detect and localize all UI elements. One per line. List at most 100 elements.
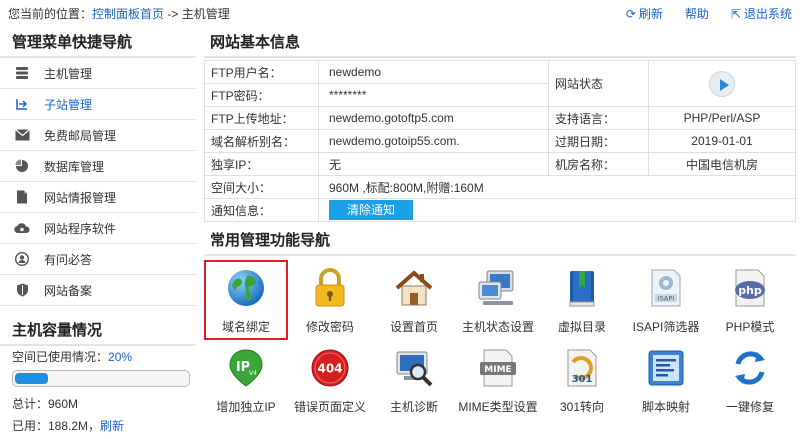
logout-link[interactable]: ⇱ 退出系统 <box>731 5 792 22</box>
ftp-addr-label: FTP上传地址： <box>204 106 319 130</box>
script-map-icon <box>644 346 688 390</box>
lang-value: PHP/Perl/ASP <box>648 106 796 130</box>
repair-icon <box>728 346 772 390</box>
globe-icon <box>224 266 268 310</box>
tool-change-password[interactable]: 修改密码 <box>288 260 372 340</box>
computer-icon <box>476 266 520 310</box>
error-404-icon-text: 404 <box>317 362 342 376</box>
sidebar-item-label: 网站程序软件 <box>44 221 117 236</box>
error-404-icon: 404 <box>308 346 352 390</box>
tools-grid: 域名绑定 修改密码 设置首页 主机状态设置 虚拟目录 ISAPI ISAPI筛选… <box>204 260 796 420</box>
help-label: 帮助 <box>684 7 709 21</box>
tool-label: 301转向 <box>559 400 605 414</box>
shield-icon <box>14 282 30 298</box>
logout-label: 退出系统 <box>743 7 792 21</box>
sidebar-item-label: 网站备案 <box>44 283 93 298</box>
tool-script-map[interactable]: 脚本映射 <box>624 340 708 420</box>
sidebar-item-database[interactable]: 数据库管理 <box>0 151 196 182</box>
tool-one-click-repair[interactable]: 一键修复 <box>708 340 792 420</box>
tool-label: PHP模式 <box>725 320 775 334</box>
alias-label: 域名解析别名： <box>204 129 319 153</box>
site-status-cell <box>648 60 796 107</box>
ip-value: 无 <box>318 152 549 176</box>
ip-icon-text: IP <box>236 360 250 375</box>
capacity-refresh-link[interactable]: 刷新 <box>100 419 124 433</box>
ip-icon: IP V4 <box>224 346 268 390</box>
document-icon <box>14 189 30 205</box>
tool-add-ip[interactable]: IP V4 增加独立IP <box>204 340 288 420</box>
breadcrumb-home-link[interactable]: 控制面板首页 <box>92 7 164 21</box>
breadcrumb-prefix: 您当前的位置： <box>8 7 93 21</box>
alias-value: newdemo.gotoip55.com. <box>318 129 549 153</box>
question-icon <box>14 251 30 267</box>
capacity-title: 主机容量情况 <box>0 316 196 346</box>
ip-icon-subtext: V4 <box>249 370 257 377</box>
tool-domain-binding[interactable]: 域名绑定 <box>204 260 288 340</box>
expire-value: 2019-01-01 <box>648 129 796 153</box>
sidebar-item-host[interactable]: 主机管理 <box>0 58 196 89</box>
capacity-used: 已用：188.2M， <box>12 419 101 433</box>
table-row: 空间大小： 960M ,标配:800M,附赠:160M <box>204 175 796 199</box>
ftp-pass-label: FTP密码： <box>204 83 319 107</box>
capacity-used-label: 空间已使用情况： <box>12 350 109 364</box>
sidebar-item-subsite[interactable]: 子站管理 <box>0 89 196 120</box>
tools-nav-title: 常用管理功能导航 <box>204 226 796 256</box>
tool-label: 修改密码 <box>305 320 354 334</box>
tool-set-homepage[interactable]: 设置首页 <box>372 260 456 340</box>
tool-host-status[interactable]: 主机状态设置 <box>456 260 540 340</box>
php-icon: php <box>728 266 772 310</box>
tool-php-mode[interactable]: php PHP模式 <box>708 260 792 340</box>
home-icon <box>392 266 436 310</box>
sidebar-item-icp[interactable]: 网站备案 <box>0 275 196 306</box>
room-value: 中国电信机房 <box>648 152 796 176</box>
ftp-pass-value: ******** <box>318 83 549 107</box>
breadcrumb-separator: -> <box>164 7 182 21</box>
tool-label: ISAPI筛选器 <box>632 320 700 334</box>
sidebar-item-label: 子站管理 <box>44 97 93 112</box>
tool-label: 增加独立IP <box>216 400 276 414</box>
site-info-title: 网站基本信息 <box>204 28 796 58</box>
tool-host-diagnose[interactable]: 主机诊断 <box>372 340 456 420</box>
sidebar-item-label: 免费邮局管理 <box>44 128 117 143</box>
sidebar-item-qa[interactable]: 有问必答 <box>0 244 196 275</box>
tool-mime-type[interactable]: MIME MIME类型设置 <box>456 340 540 420</box>
tool-isapi-filter[interactable]: ISAPI ISAPI筛选器 <box>624 260 708 340</box>
mail-icon <box>14 127 30 143</box>
book-icon <box>560 266 604 310</box>
help-link[interactable]: 帮助 <box>685 5 709 22</box>
sidebar-item-software[interactable]: 网站程序软件 <box>0 213 196 244</box>
tool-label: 主机状态设置 <box>461 320 534 334</box>
arrow-right-icon <box>14 96 30 112</box>
breadcrumb-current: 主机管理 <box>181 7 230 21</box>
tool-error-page[interactable]: 404 错误页面定义 <box>288 340 372 420</box>
sidebar-item-label: 网站情报管理 <box>44 190 117 205</box>
capacity-used-percent: 20% <box>108 350 133 364</box>
sidebar-item-info[interactable]: 网站情报管理 <box>0 182 196 213</box>
tool-label: 设置首页 <box>389 320 438 334</box>
site-info-table: FTP用户名： newdemo 网站状态 FTP密码： ******** FTP… <box>204 60 796 222</box>
server-icon <box>14 65 30 81</box>
tool-redirect-301[interactable]: 301 301转向 <box>540 340 624 420</box>
sidebar-item-mail[interactable]: 免费邮局管理 <box>0 120 196 151</box>
capacity-progress-fill <box>15 373 49 384</box>
ftp-user-value: newdemo <box>318 60 549 84</box>
sidebar-item-label: 有问必答 <box>44 252 93 267</box>
refresh-icon: ⟳ <box>625 6 636 21</box>
mime-icon-text: MIME <box>484 365 511 375</box>
breadcrumb: 您当前的位置：控制面板首页 -> 主机管理 <box>8 5 230 22</box>
clear-notice-button[interactable]: 清除通知 <box>329 200 414 220</box>
play-icon[interactable] <box>709 70 735 97</box>
isapi-icon-text: ISAPI <box>658 295 675 303</box>
redirect-301-icon-text: 301 <box>572 374 593 385</box>
tool-label: 主机诊断 <box>389 400 438 414</box>
refresh-link[interactable]: ⟳ 刷新 <box>626 5 663 22</box>
database-icon <box>14 158 30 174</box>
logout-icon: ⇱ <box>730 6 741 21</box>
table-row: 独享IP： 无 机房名称： 中国电信机房 <box>204 152 796 176</box>
sidebar-title: 管理菜单快捷导航 <box>0 28 196 58</box>
tool-virtual-dir[interactable]: 虚拟目录 <box>540 260 624 340</box>
ftp-addr-value: newdemo.gotoftp5.com <box>318 106 549 130</box>
main-content: 网站基本信息 FTP用户名： newdemo 网站状态 FTP密码： *****… <box>204 28 796 420</box>
table-row: 域名解析别名： newdemo.gotoip55.com. 过期日期： 2019… <box>204 129 796 153</box>
redirect-301-icon: 301 <box>560 346 604 390</box>
